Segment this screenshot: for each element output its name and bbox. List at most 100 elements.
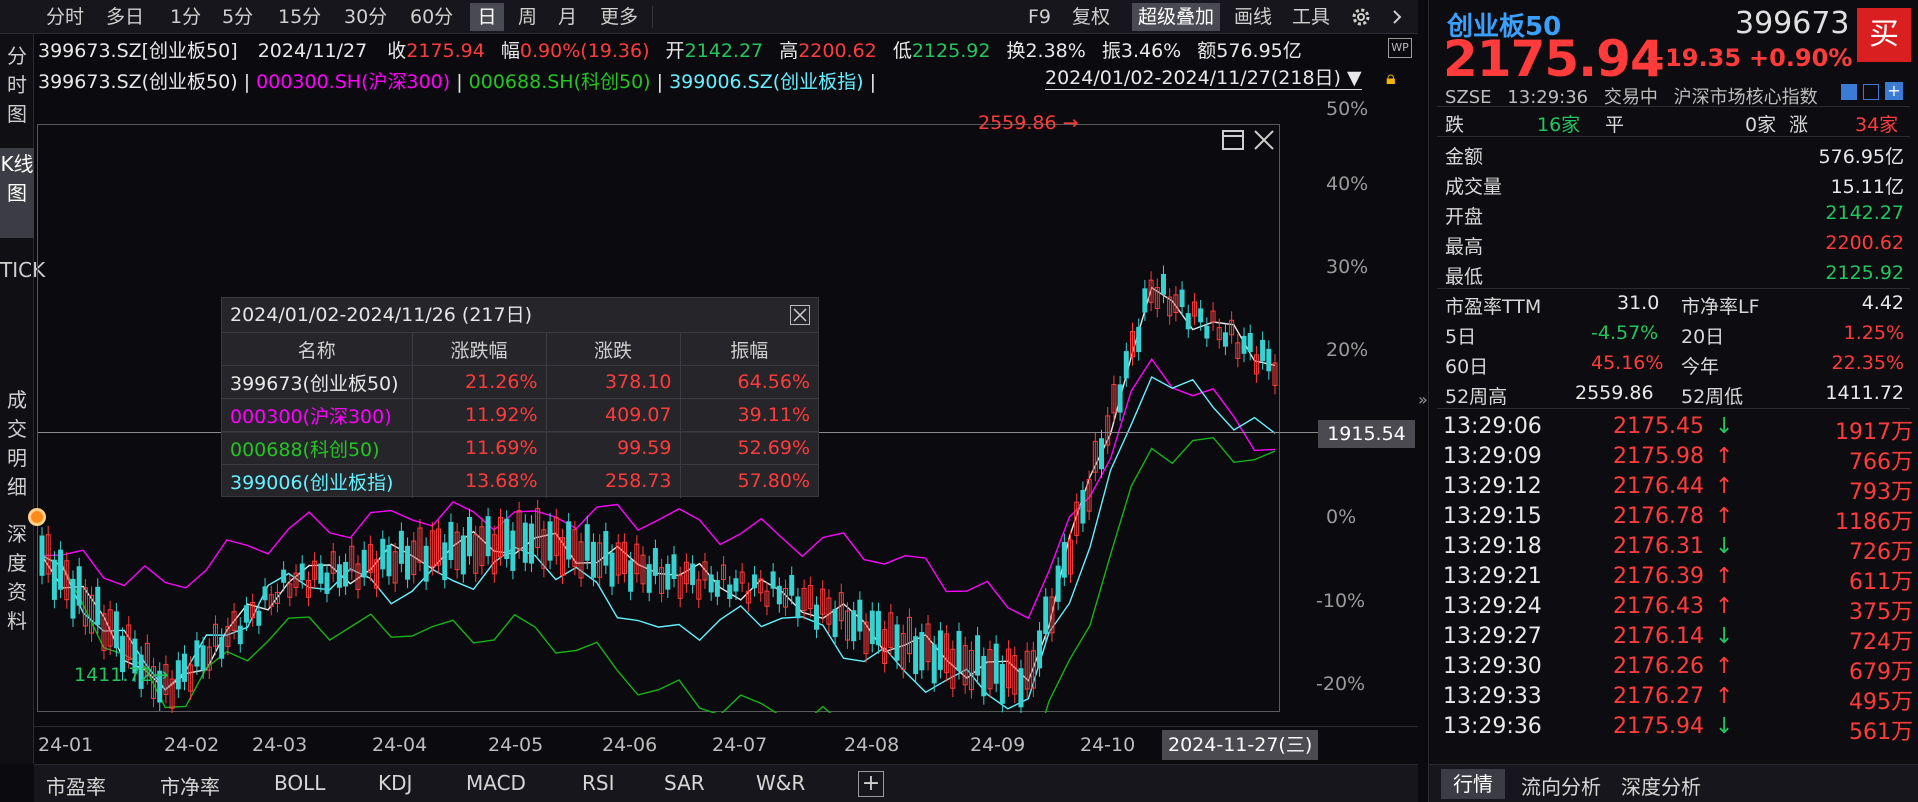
legend-series-3[interactable]: 000688.SH(科创50) — [469, 71, 651, 93]
edit-icon[interactable] — [1841, 84, 1857, 100]
tick-row[interactable]: 13:29:30 2176.26 ↑ 679万 — [1443, 654, 1913, 685]
legend-sep: | — [456, 71, 463, 93]
date-range-selector[interactable]: 2024/01/02-2024/11/27(218日) ▼ — [1045, 67, 1362, 90]
perf-5d: -4.57% — [1591, 322, 1659, 344]
candle-body — [510, 530, 516, 571]
table-row[interactable]: 000300(沪深300) 11.92% 409.07 39.11% — [222, 398, 818, 432]
legend-series-2[interactable]: 000300.SH(沪深300) — [256, 71, 450, 93]
divider — [652, 6, 653, 28]
legend-series-4[interactable]: 399006.SZ(创业板指) — [669, 71, 863, 93]
add-indicator-icon[interactable]: + — [858, 771, 884, 797]
tick-row[interactable]: 13:29:33 2176.27 ↑ 495万 — [1443, 684, 1913, 715]
col-amplitude: 振幅 — [679, 332, 818, 366]
period-tab-15min[interactable]: 15分 — [272, 3, 327, 31]
tick-volume: 495万 — [1849, 690, 1913, 715]
divider — [1437, 106, 1910, 107]
period-tab-more[interactable]: 更多 — [594, 3, 644, 31]
arrow-down-icon: ↓ — [1715, 534, 1734, 559]
period-tab-5min[interactable]: 5分 — [216, 3, 259, 31]
change-label: 幅 — [500, 40, 520, 62]
candle-body — [931, 644, 937, 684]
lock-icon[interactable]: 🔒︎ — [1386, 68, 1396, 89]
adjust-button[interactable]: 复权 — [1066, 3, 1116, 31]
tab-quote[interactable]: 行情 — [1441, 769, 1505, 799]
tab-pb[interactable]: 市净率 — [160, 771, 220, 800]
panel-collapse-icon[interactable]: » — [1418, 390, 1428, 416]
f9-button[interactable]: F9 — [1022, 3, 1057, 31]
tools-button[interactable]: 工具 — [1286, 3, 1336, 31]
share-icon[interactable] — [1863, 84, 1879, 100]
tick-row[interactable]: 13:29:12 2176.44 ↑ 793万 — [1443, 474, 1913, 505]
tab-depth-analysis[interactable]: 深度分析 — [1621, 771, 1701, 800]
period-tab-intraday[interactable]: 分时 — [40, 3, 90, 31]
tab-rsi[interactable]: RSI — [582, 771, 615, 795]
tab-flow-analysis[interactable]: 流向分析 — [1521, 771, 1601, 800]
arrow-up-icon: ↑ — [1715, 504, 1734, 529]
buy-button[interactable]: 买 — [1857, 8, 1911, 62]
y-tick: 40% — [1326, 173, 1369, 195]
settings-gear-icon[interactable] — [1350, 6, 1372, 28]
period-tab-30min[interactable]: 30分 — [338, 3, 393, 31]
table-row[interactable]: 399673(创业板50) 21.26% 378.10 64.56% — [222, 365, 818, 399]
tab-boll[interactable]: BOLL — [274, 771, 325, 795]
add-watchlist-icon[interactable]: + — [1885, 82, 1903, 100]
y-tick: -10% — [1316, 590, 1366, 612]
candle-body — [194, 640, 200, 667]
table-row[interactable]: 000688(科创50) 11.69% 99.59 52.69% — [222, 431, 818, 465]
candle-body — [336, 564, 342, 588]
tab-macd[interactable]: MACD — [466, 771, 526, 795]
perf-label: 今年 — [1681, 356, 1720, 378]
candle-body — [813, 604, 819, 630]
candle-body — [869, 610, 875, 645]
low-value: 2125.92 — [911, 40, 991, 62]
nav-trade-details[interactable]: 成交明细 — [0, 384, 34, 504]
nav-intraday-chart[interactable]: 分时图 — [0, 40, 34, 130]
tick-volume: 726万 — [1849, 540, 1913, 565]
tab-sar[interactable]: SAR — [664, 771, 705, 795]
draw-line-button[interactable]: 画线 — [1228, 3, 1278, 31]
exchange: SZSE — [1445, 87, 1492, 108]
tick-row[interactable]: 13:29:09 2175.98 ↑ 766万 — [1443, 444, 1913, 475]
wp-icon[interactable]: WP — [1388, 38, 1412, 58]
x-tick: 24-02 — [164, 734, 220, 756]
super-overlay-button[interactable]: 超级叠加 — [1132, 3, 1221, 31]
perf-ytd: 22.35% — [1831, 352, 1904, 374]
tick-row[interactable]: 13:29:27 2176.14 ↓ 724万 — [1443, 624, 1913, 655]
nav-deep-data[interactable]: 深度资料 — [0, 518, 34, 638]
tab-wr[interactable]: W&R — [756, 771, 805, 795]
nav-kline-chart[interactable]: K线图 — [0, 148, 34, 238]
tick-row[interactable]: 13:29:21 2176.39 ↑ 611万 — [1443, 564, 1913, 595]
candle-body — [1160, 273, 1166, 295]
period-tab-day[interactable]: 日 — [470, 3, 504, 31]
tick-row[interactable]: 13:29:18 2176.31 ↓ 726万 — [1443, 534, 1913, 565]
tick-row[interactable]: 13:29:06 2175.45 ↓ 1917万 — [1443, 414, 1913, 445]
crosshair-anchor-dot[interactable] — [28, 508, 46, 526]
tab-pe[interactable]: 市盈率 — [46, 771, 106, 800]
period-tab-week[interactable]: 周 — [512, 3, 543, 31]
maximize-icon[interactable] — [1221, 129, 1247, 151]
nav-tick[interactable]: TICK — [0, 254, 45, 384]
tick-volume: 1186万 — [1835, 510, 1913, 535]
period-tab-1min[interactable]: 1分 — [164, 3, 207, 31]
tab-kdj[interactable]: KDJ — [378, 771, 412, 795]
tick-row[interactable]: 13:29:24 2176.43 ↑ 375万 — [1443, 594, 1913, 625]
tick-row[interactable]: 13:29:15 2176.78 ↑ 1186万 — [1443, 504, 1913, 535]
table-row[interactable]: 399006(创业板指) 13.68% 258.73 57.80% — [222, 464, 818, 498]
stat-high: 2200.62 — [1825, 232, 1904, 254]
popup-close-icon[interactable] — [790, 305, 810, 325]
period-tab-month[interactable]: 月 — [552, 3, 583, 31]
chevron-right-icon[interactable] — [1386, 6, 1408, 28]
period-tab-60min[interactable]: 60分 — [404, 3, 459, 31]
perf-label: 52周低 — [1681, 386, 1744, 408]
tick-row[interactable]: 13:29:36 2175.94 ↓ 561万 — [1443, 714, 1913, 745]
arrow-up-icon: ↑ — [1715, 654, 1734, 679]
candle-body — [727, 584, 733, 600]
candle-body — [690, 563, 696, 585]
close-chart-icon[interactable] — [1252, 129, 1276, 151]
bar-date: 2024/11/27 — [257, 40, 368, 62]
crosshair-y-value: 1915.54 — [1318, 420, 1415, 448]
legend-series-1[interactable]: 399673.SZ(创业板50) — [38, 71, 238, 93]
tick-price: 2175.45 — [1613, 414, 1704, 439]
candle-body — [851, 610, 857, 642]
period-tab-multiday[interactable]: 多日 — [100, 3, 150, 31]
